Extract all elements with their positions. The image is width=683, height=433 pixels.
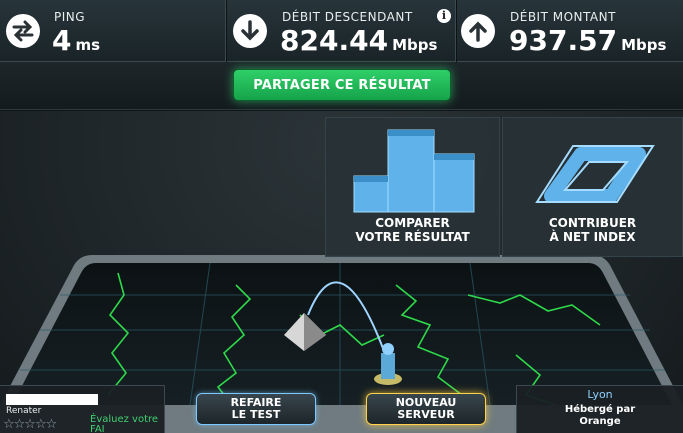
divider	[225, 0, 227, 62]
share-result-button[interactable]: PARTAGER CE RÉSULTAT	[233, 69, 451, 101]
ping-stat: PING 4 ms	[0, 0, 225, 62]
isp-name: Renater	[6, 406, 42, 416]
contribute-label: CONTRIBUER À NET INDEX	[548, 216, 637, 244]
upload-unit: Mbps	[621, 36, 667, 54]
results-bar: PING 4 ms DÉBIT DESCENDANT 824.44 Mbps i D…	[0, 0, 683, 62]
download-arrow-icon	[233, 14, 267, 48]
server-host: Hébergé par Orange	[564, 404, 636, 427]
rating-stars[interactable]: ☆☆☆☆☆	[3, 417, 57, 432]
share-area: PARTAGER CE RÉSULTAT	[0, 62, 683, 110]
server-city: Lyon	[587, 388, 613, 401]
net-index-icon	[535, 145, 655, 203]
bar-chart-icon	[353, 129, 475, 213]
ping-label: PING	[54, 10, 86, 24]
download-stat: DÉBIT DESCENDANT 824.44 Mbps	[228, 0, 453, 62]
isp-panel: Renater ☆☆☆☆☆ Évaluez votre FAI	[0, 385, 165, 433]
download-label: DÉBIT DESCENDANT	[282, 10, 413, 24]
upload-label: DÉBIT MONTANT	[510, 10, 616, 24]
info-icon[interactable]: i	[437, 9, 451, 23]
download-value: 824.44 Mbps	[280, 24, 438, 57]
retest-button[interactable]: REFAIRE LE TEST	[196, 393, 316, 425]
isp-ip-bar	[6, 394, 98, 405]
compare-result-tile[interactable]: COMPARER VOTRE RÉSULTAT	[325, 117, 500, 257]
ping-value: 4 ms	[52, 24, 101, 57]
download-unit: Mbps	[392, 36, 438, 54]
compare-label: COMPARER VOTRE RÉSULTAT	[355, 216, 470, 244]
server-panel: Lyon Hébergé par Orange	[516, 385, 683, 433]
ping-arrows-icon	[6, 14, 40, 48]
contribute-net-index-tile[interactable]: CONTRIBUER À NET INDEX	[502, 117, 683, 257]
upload-stat: DÉBIT MONTANT 937.57 Mbps	[458, 0, 683, 62]
upload-arrow-icon	[461, 14, 495, 48]
upload-value: 937.57 Mbps	[509, 24, 667, 57]
divider	[455, 0, 457, 62]
rate-isp-link[interactable]: Évaluez votre FAI	[90, 415, 158, 433]
ping-unit: ms	[75, 36, 101, 54]
new-server-button[interactable]: NOUVEAU SERVEUR	[366, 393, 486, 425]
